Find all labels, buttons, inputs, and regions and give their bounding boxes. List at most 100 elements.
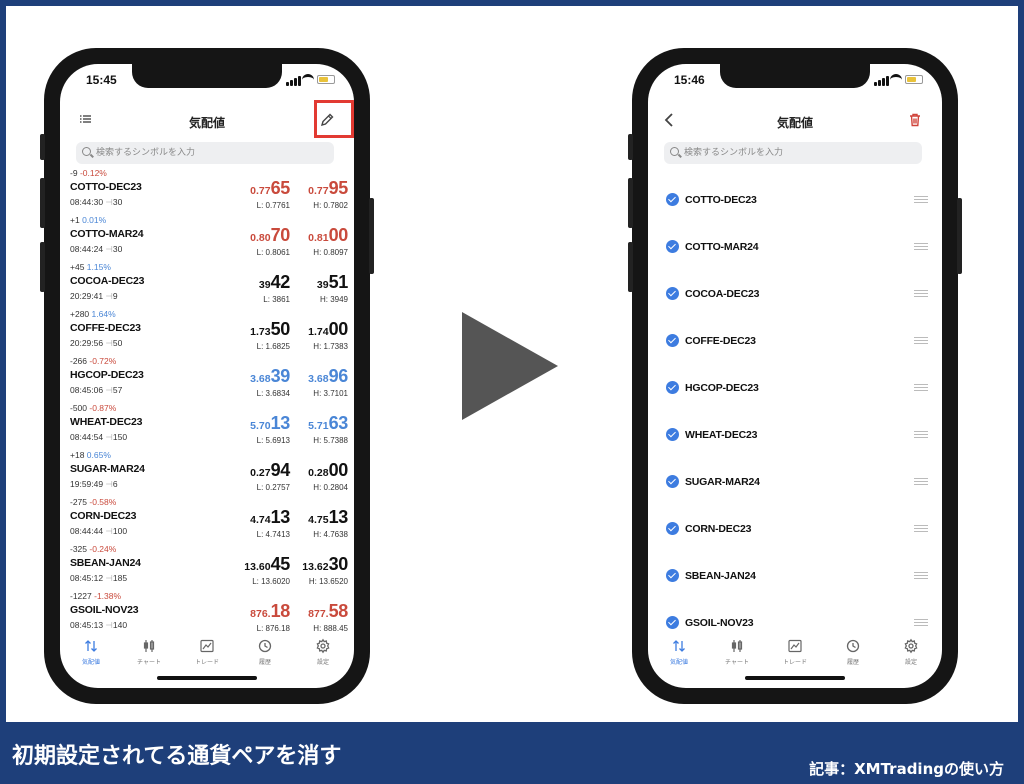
checkbox-checked-icon[interactable] [666, 287, 679, 300]
quote-row[interactable]: -9 -0.12% COTTO-DEC23 08:44:30 ⊣30 0.7765 0.… [60, 168, 354, 215]
edit-row[interactable]: CORN-DEC23 [648, 509, 942, 556]
drag-handle-icon[interactable] [914, 525, 928, 533]
edit-row[interactable]: COTTO-DEC23 [648, 180, 942, 227]
quote-meta: 08:45:06 ⊣57 [70, 385, 122, 396]
phone-side-button [628, 134, 633, 160]
edit-symbol: WHEAT-DEC23 [685, 429, 758, 441]
search-input[interactable] [684, 142, 914, 164]
tab-chart[interactable]: チャート [120, 638, 178, 666]
ask-price-big: 58 [328, 601, 349, 621]
tab-trade[interactable]: トレード [766, 638, 824, 666]
change-points: -275 [70, 497, 88, 507]
tab-quotes[interactable]: 気配値 [62, 638, 120, 666]
status-icons [874, 74, 924, 86]
status-icons [286, 74, 336, 86]
tab-chart[interactable]: チャート [708, 638, 766, 666]
quote-meta: 08:45:12 ⊣185 [70, 573, 127, 584]
edit-row[interactable]: COTTO-MAR24 [648, 227, 942, 274]
spread-icon: ⊣ [105, 291, 113, 301]
quote-row[interactable]: -325 -0.24% SBEAN-JAN24 08:45:12 ⊣185 13.60… [60, 544, 354, 591]
checkbox-checked-icon[interactable] [666, 381, 679, 394]
checkbox-checked-icon[interactable] [666, 569, 679, 582]
edit-symbol-list: COTTO-DEC23 COTTO-MAR24 COCOA-DEC23 COFFE-D… [648, 180, 942, 650]
quote-row[interactable]: -275 -0.58% CORN-DEC23 08:44:44 ⊣100 4.7413… [60, 497, 354, 544]
signal-icon [298, 76, 301, 86]
quote-row[interactable]: +280 1.64% COFFE-DEC23 20:29:56 ⊣50 1.7350 1… [60, 309, 354, 356]
signal-icon [286, 82, 289, 86]
search-icon [82, 147, 91, 156]
change-percent: -0.24% [89, 544, 117, 554]
home-indicator[interactable] [157, 676, 257, 680]
checkbox-checked-icon[interactable] [666, 193, 679, 206]
checkbox-checked-icon[interactable] [666, 475, 679, 488]
quote-row[interactable]: -500 -0.87% WHEAT-DEC23 08:44:54 ⊣150 5.701… [60, 403, 354, 450]
change-percent: -0.87% [89, 403, 117, 413]
drag-handle-icon[interactable] [914, 196, 928, 204]
quote-row[interactable]: -266 -0.72% HGCOP-DEC23 08:45:06 ⊣57 3.6839… [60, 356, 354, 403]
search-bar[interactable] [76, 142, 334, 164]
quote-spread: 100 [112, 526, 128, 536]
bid-price-big: 39 [270, 366, 291, 386]
bid-price-big: 50 [270, 319, 291, 339]
signal-icon [878, 80, 881, 86]
bid-price: 0.7765 [250, 178, 290, 199]
spread-icon: ⊣ [105, 620, 113, 630]
drag-handle-icon[interactable] [914, 478, 928, 486]
signal-icon [882, 78, 885, 86]
quote-row[interactable]: +45 1.15% COCOA-DEC23 20:29:41 ⊣9 3942 3951 L… [60, 262, 354, 309]
ask-price: 4.7513 [308, 507, 348, 528]
edit-row[interactable]: HGCOP-DEC23 [648, 368, 942, 415]
tab-history[interactable]: 履歴 [824, 638, 882, 666]
pencil-icon[interactable] [315, 108, 339, 132]
ask-price-big: 00 [328, 225, 349, 245]
quote-row[interactable]: -1227 -1.38% GSOIL-NOV23 08:45:13 ⊣140 876.… [60, 591, 354, 638]
quote-spread: 57 [112, 385, 123, 395]
high-price: H: 4.7638 [313, 530, 348, 539]
phone-power-button [369, 198, 374, 274]
history-icon [824, 638, 882, 654]
quote-time: 08:45:12 [70, 573, 104, 583]
edit-symbol: CORN-DEC23 [685, 523, 752, 535]
tab-label: 気配値 [669, 659, 688, 666]
edit-symbol: COTTO-DEC23 [685, 194, 757, 206]
play-arrow-icon [462, 312, 558, 420]
checkbox-checked-icon[interactable] [666, 616, 679, 629]
home-indicator[interactable] [745, 676, 845, 680]
search-bar[interactable] [664, 142, 922, 164]
quote-change: -266 -0.72% [70, 356, 116, 366]
drag-handle-icon[interactable] [914, 619, 928, 627]
edit-row[interactable]: COCOA-DEC23 [648, 274, 942, 321]
tab-trade[interactable]: トレード [178, 638, 236, 666]
drag-handle-icon[interactable] [914, 290, 928, 298]
change-percent: 1.15% [86, 262, 111, 272]
tab-label: 履歴 [846, 659, 859, 666]
edit-row[interactable]: SUGAR-MAR24 [648, 462, 942, 509]
signal-icon [290, 80, 293, 86]
quote-row[interactable]: +18 0.65% SUGAR-MAR24 19:59:49 ⊣6 0.2794 0.2… [60, 450, 354, 497]
edit-row[interactable]: WHEAT-DEC23 [648, 415, 942, 462]
checkbox-checked-icon[interactable] [666, 428, 679, 441]
checkbox-checked-icon[interactable] [666, 522, 679, 535]
quote-symbol: WHEAT-DEC23 [70, 416, 143, 428]
trash-icon[interactable] [903, 108, 927, 132]
search-input[interactable] [96, 142, 326, 164]
drag-handle-icon[interactable] [914, 243, 928, 251]
checkbox-checked-icon[interactable] [666, 240, 679, 253]
drag-handle-icon[interactable] [914, 337, 928, 345]
edit-row[interactable]: SBEAN-JAN24 [648, 556, 942, 603]
drag-handle-icon[interactable] [914, 572, 928, 580]
tab-settings[interactable]: 設定 [294, 638, 352, 666]
tab-label: 気配値 [81, 659, 100, 666]
quote-row[interactable]: +1 0.01% COTTO-MAR24 08:44:24 ⊣30 0.8070 0.8… [60, 215, 354, 262]
tab-settings[interactable]: 設定 [882, 638, 940, 666]
edit-row[interactable]: COFFE-DEC23 [648, 321, 942, 368]
bid-price-small: 39 [258, 279, 271, 291]
checkbox-checked-icon[interactable] [666, 334, 679, 347]
low-price: L: 0.2757 [256, 483, 290, 492]
tab-history[interactable]: 履歴 [236, 638, 294, 666]
ask-price-small: 5.71 [308, 420, 329, 432]
tab-quotes[interactable]: 気配値 [650, 638, 708, 666]
drag-handle-icon[interactable] [914, 431, 928, 439]
spread-icon: ⊣ [105, 244, 113, 254]
drag-handle-icon[interactable] [914, 384, 928, 392]
